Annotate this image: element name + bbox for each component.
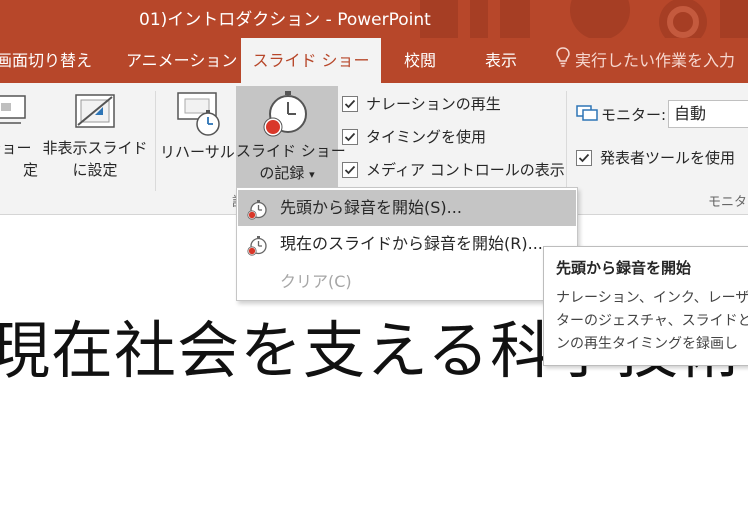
checkbox-checked[interactable] <box>342 162 358 178</box>
record-slideshow-icon <box>263 91 307 137</box>
record-dropdown-menu: 先頭から録音を開始(S)... 現在のスライドから録音を開始(R)... クリア… <box>236 187 578 301</box>
tell-me-label: 実行したい作業を入力 <box>575 51 736 70</box>
screen-tip: 先頭から録音を開始 ナレーション、インク、レーザー ターのジェスチャ、スライドと… <box>543 246 748 366</box>
hide-slide-line1: 非表示スライド <box>42 139 148 157</box>
menu-item-label: 現在のスライドから録音を開始(R)... <box>280 234 543 253</box>
window-title: 01)イントロダクション - PowerPoint <box>139 10 431 30</box>
menu-item-clear: クリア(C) <box>238 264 576 300</box>
setup-line2: 定 <box>22 161 38 179</box>
checkbox-checked[interactable] <box>576 150 592 166</box>
presenter-view-checkbox[interactable]: 発表者ツールを使用 <box>576 146 748 170</box>
use-timings-checkbox[interactable]: タイミングを使用 <box>342 125 552 149</box>
ribbon-separator <box>155 91 156 191</box>
hide-slide-icon <box>75 94 115 128</box>
lightbulb-icon <box>556 39 570 84</box>
hide-slide-button[interactable]: 非表示スライド に設定 <box>40 91 150 191</box>
record-line2: の記録 <box>259 164 305 182</box>
monitors-group-label: モニタ <box>708 195 748 210</box>
use-timings-label: タイミングを使用 <box>366 128 487 146</box>
checkbox-checked[interactable] <box>342 96 358 112</box>
menu-item-label: 先頭から録音を開始(S)... <box>280 198 462 217</box>
menu-item-label: クリア(C) <box>280 272 352 291</box>
ribbon-tab-row: 画面切り替え アニメーション スライド ショー 校閲 表示 実行したい作業を入力 <box>0 38 748 83</box>
rehearse-timings-button[interactable]: リハーサル <box>160 91 235 191</box>
hide-slide-line2: に設定 <box>72 161 118 179</box>
checkbox-checked[interactable] <box>342 129 358 145</box>
show-media-controls-label: メディア コントロールの表示 <box>366 161 565 179</box>
record-line1: スライド ショー <box>236 142 346 160</box>
monitor-label: モニター: <box>601 106 667 124</box>
tab-review[interactable]: 校閲 <box>404 38 436 83</box>
record-slideshow-button[interactable]: スライド ショー の記録 ▾ <box>236 86 346 190</box>
title-bar: 01)イントロダクション - PowerPoint <box>0 0 748 38</box>
screen-tip-line: ンの再生タイミングを録画し <box>556 336 738 352</box>
menu-item-record-from-beginning[interactable]: 先頭から録音を開始(S)... <box>238 190 576 226</box>
presenter-view-label: 発表者ツールを使用 <box>600 149 736 167</box>
play-narrations-checkbox[interactable]: ナレーションの再生 <box>342 92 552 116</box>
ribbon-separator <box>566 91 567 191</box>
rehearse-label: リハーサル <box>160 143 235 161</box>
menu-item-record-from-current[interactable]: 現在のスライドから録音を開始(R)... <box>238 226 576 262</box>
screen-tip-title: 先頭から録音を開始 <box>556 259 692 277</box>
screen-tip-line: ターのジェスチャ、スライドとア <box>556 313 748 329</box>
screen-tip-line: ナレーション、インク、レーザー <box>556 290 748 306</box>
setup-line1: ショー <box>0 139 32 157</box>
monitor-icon <box>576 103 598 127</box>
tab-slideshow[interactable]: スライド ショー <box>241 38 381 83</box>
monitor-select[interactable]: 自動 <box>668 100 748 128</box>
tell-me-box[interactable]: 実行したい作業を入力 <box>556 38 735 83</box>
show-media-controls-checkbox[interactable]: メディア コントロールの表示 <box>342 158 565 182</box>
rehearse-timings-icon <box>177 92 220 136</box>
setup-slideshow-button[interactable]: ショー 定 <box>0 91 38 191</box>
tab-view[interactable]: 表示 <box>485 38 517 83</box>
tab-animations[interactable]: アニメーション <box>126 38 237 83</box>
chevron-down-icon: ▾ <box>309 168 315 181</box>
slideshow-setup-icon <box>0 95 26 124</box>
tab-transitions[interactable]: 画面切り替え <box>0 38 92 83</box>
play-narrations-label: ナレーションの再生 <box>366 95 501 113</box>
